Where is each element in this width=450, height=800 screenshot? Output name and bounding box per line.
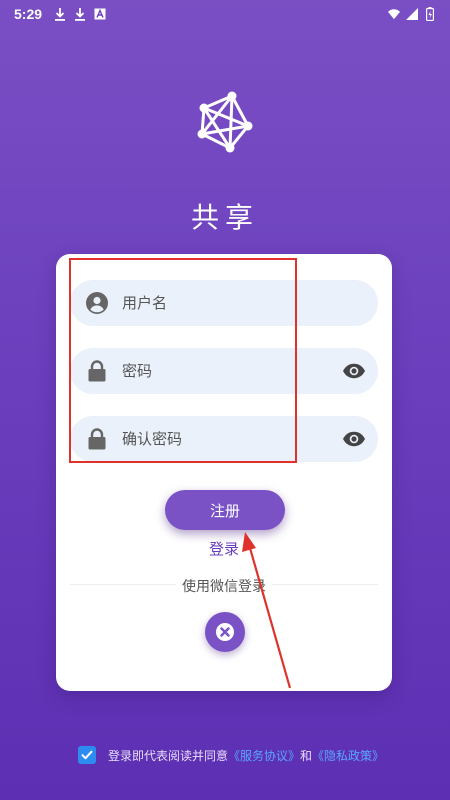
system-icons <box>388 7 436 21</box>
password-input[interactable] <box>122 362 342 380</box>
register-card: 注册 登录 使用微信登录 <box>56 254 392 691</box>
download-icon <box>74 7 86 21</box>
register-button[interactable]: 注册 <box>165 490 285 530</box>
battery-icon <box>424 7 436 21</box>
password-field[interactable] <box>70 348 378 394</box>
wechat-login-label: 使用微信登录 <box>56 576 392 596</box>
wechat-login-text: 使用微信登录 <box>176 579 272 595</box>
user-icon <box>86 292 108 314</box>
agreement-row: 登录即代表阅读并同意 《服务协议》 和 《隐私政策》 <box>78 746 384 764</box>
text-icon <box>94 8 106 20</box>
agreement-prefix: 登录即代表阅读并同意 <box>108 748 229 763</box>
wifi-icon <box>388 8 400 20</box>
eye-icon[interactable] <box>342 359 366 383</box>
signal-icon <box>406 8 418 20</box>
close-circle-icon <box>216 623 234 641</box>
agreement-checkbox[interactable] <box>78 746 96 764</box>
status-bar: 5:29 <box>0 0 450 28</box>
wechat-login-button[interactable] <box>205 612 245 652</box>
lock-icon <box>86 360 108 382</box>
login-link[interactable]: 登录 <box>56 538 392 559</box>
agreement-conjunction: 和 <box>300 748 313 763</box>
confirm-password-input[interactable] <box>122 430 342 448</box>
lock-icon <box>86 428 108 450</box>
username-input[interactable] <box>122 294 378 312</box>
terms-link[interactable]: 《服务协议》 <box>228 747 300 764</box>
app-title: 共享 <box>190 201 259 234</box>
status-time: 5:29 <box>14 6 43 22</box>
network-icon <box>190 88 260 158</box>
privacy-link[interactable]: 《隐私政策》 <box>312 747 384 764</box>
notification-icons <box>54 7 106 21</box>
download-icon <box>54 7 66 21</box>
username-field[interactable] <box>70 280 378 326</box>
checkmark-icon <box>81 750 93 760</box>
eye-icon[interactable] <box>342 427 366 451</box>
confirm-password-field[interactable] <box>70 416 378 462</box>
